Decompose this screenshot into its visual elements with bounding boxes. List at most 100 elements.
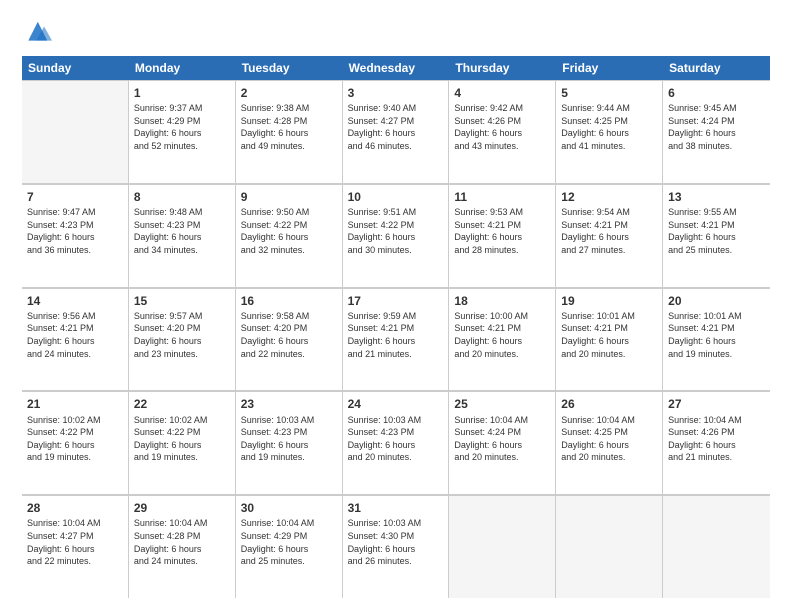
day-info: Sunrise: 10:01 AMSunset: 4:21 PMDaylight… (668, 310, 765, 360)
day-number: 30 (241, 500, 337, 516)
calendar-cell: 12Sunrise: 9:54 AMSunset: 4:21 PMDayligh… (556, 184, 663, 287)
day-number: 21 (27, 396, 123, 412)
calendar-cell: 4Sunrise: 9:42 AMSunset: 4:26 PMDaylight… (449, 80, 556, 183)
calendar-cell: 11Sunrise: 9:53 AMSunset: 4:21 PMDayligh… (449, 184, 556, 287)
calendar-cell (556, 495, 663, 598)
calendar-cell: 26 Sunrise: 10:04 AMSunset: 4:25 PMDaylig… (556, 391, 663, 494)
day-header-saturday: Saturday (663, 56, 770, 80)
day-number: 29 (134, 500, 230, 516)
calendar-cell: 18Sunrise: 10:00 AMSunset: 4:21 PMDaylig… (449, 288, 556, 391)
calendar-week-2: 7Sunrise: 9:47 AMSunset: 4:23 PMDaylight… (22, 184, 770, 288)
calendar-cell: 27 Sunrise: 10:04 AMSunset: 4:26 PMDaylig… (663, 391, 770, 494)
calendar-body: 1Sunrise: 9:37 AMSunset: 4:29 PMDaylight… (22, 80, 770, 598)
logo-icon (22, 18, 52, 46)
day-info: Sunrise: 9:44 AMSunset: 4:25 PMDaylight:… (561, 102, 657, 152)
day-number: 23 (241, 396, 337, 412)
day-info: Sunrise: 10:04 AMSunset: 4:27 PMDaylight… (27, 517, 123, 567)
calendar-cell (22, 80, 129, 183)
calendar-week-3: 14Sunrise: 9:56 AMSunset: 4:21 PMDayligh… (22, 288, 770, 392)
day-info: Sunrise: 9:59 AMSunset: 4:21 PMDaylight:… (348, 310, 444, 360)
calendar-cell: 7Sunrise: 9:47 AMSunset: 4:23 PMDaylight… (22, 184, 129, 287)
day-header-monday: Monday (129, 56, 236, 80)
day-info: Sunrise: 10:04 AMSunset: 4:24 PMDaylight… (454, 414, 550, 464)
day-info: Sunrise: 9:54 AMSunset: 4:21 PMDaylight:… (561, 206, 657, 256)
day-number: 15 (134, 293, 230, 309)
calendar-cell: 19Sunrise: 10:01 AMSunset: 4:21 PMDaylig… (556, 288, 663, 391)
day-header-tuesday: Tuesday (236, 56, 343, 80)
calendar-cell: 3Sunrise: 9:40 AMSunset: 4:27 PMDaylight… (343, 80, 450, 183)
day-number: 18 (454, 293, 550, 309)
day-info: Sunrise: 10:00 AMSunset: 4:21 PMDaylight… (454, 310, 550, 360)
calendar-cell: 10Sunrise: 9:51 AMSunset: 4:22 PMDayligh… (343, 184, 450, 287)
day-number: 22 (134, 396, 230, 412)
day-info: Sunrise: 9:40 AMSunset: 4:27 PMDaylight:… (348, 102, 444, 152)
day-info: Sunrise: 10:04 AMSunset: 4:29 PMDaylight… (241, 517, 337, 567)
day-info: Sunrise: 9:56 AMSunset: 4:21 PMDaylight:… (27, 310, 123, 360)
calendar-cell: 2Sunrise: 9:38 AMSunset: 4:28 PMDaylight… (236, 80, 343, 183)
day-number: 16 (241, 293, 337, 309)
day-info: Sunrise: 9:53 AMSunset: 4:21 PMDaylight:… (454, 206, 550, 256)
calendar-cell: 8Sunrise: 9:48 AMSunset: 4:23 PMDaylight… (129, 184, 236, 287)
day-number: 13 (668, 189, 765, 205)
day-number: 26 (561, 396, 657, 412)
day-info: Sunrise: 9:48 AMSunset: 4:23 PMDaylight:… (134, 206, 230, 256)
day-info: Sunrise: 10:03 AMSunset: 4:23 PMDaylight… (348, 414, 444, 464)
calendar-header: SundayMondayTuesdayWednesdayThursdayFrid… (22, 56, 770, 80)
day-info: Sunrise: 10:01 AMSunset: 4:21 PMDaylight… (561, 310, 657, 360)
calendar-week-5: 28Sunrise: 10:04 AMSunset: 4:27 PMDaylig… (22, 495, 770, 598)
day-number: 19 (561, 293, 657, 309)
day-number: 11 (454, 189, 550, 205)
day-info: Sunrise: 9:58 AMSunset: 4:20 PMDaylight:… (241, 310, 337, 360)
day-info: Sunrise: 10:03 AMSunset: 4:30 PMDaylight… (348, 517, 444, 567)
day-number: 24 (348, 396, 444, 412)
day-number: 25 (454, 396, 550, 412)
day-info: Sunrise: 9:47 AMSunset: 4:23 PMDaylight:… (27, 206, 123, 256)
calendar-cell: 25 Sunrise: 10:04 AMSunset: 4:24 PMDaylig… (449, 391, 556, 494)
day-header-sunday: Sunday (22, 56, 129, 80)
calendar: SundayMondayTuesdayWednesdayThursdayFrid… (22, 56, 770, 598)
day-info: Sunrise: 9:55 AMSunset: 4:21 PMDaylight:… (668, 206, 765, 256)
calendar-cell: 6Sunrise: 9:45 AMSunset: 4:24 PMDaylight… (663, 80, 770, 183)
calendar-week-1: 1Sunrise: 9:37 AMSunset: 4:29 PMDaylight… (22, 80, 770, 184)
day-info: Sunrise: 10:04 AMSunset: 4:26 PMDaylight… (668, 414, 765, 464)
calendar-cell: 31Sunrise: 10:03 AMSunset: 4:30 PMDaylig… (343, 495, 450, 598)
day-number: 14 (27, 293, 123, 309)
calendar-cell: 29Sunrise: 10:04 AMSunset: 4:28 PMDaylig… (129, 495, 236, 598)
calendar-cell (449, 495, 556, 598)
calendar-cell: 13Sunrise: 9:55 AMSunset: 4:21 PMDayligh… (663, 184, 770, 287)
day-header-wednesday: Wednesday (343, 56, 450, 80)
day-info: Sunrise: 9:51 AMSunset: 4:22 PMDaylight:… (348, 206, 444, 256)
day-number: 7 (27, 189, 123, 205)
calendar-cell: 22 Sunrise: 10:02 AMSunset: 4:22 PMDaylig… (129, 391, 236, 494)
calendar-cell: 15Sunrise: 9:57 AMSunset: 4:20 PMDayligh… (129, 288, 236, 391)
day-info: Sunrise: 10:04 AMSunset: 4:25 PMDaylight… (561, 414, 657, 464)
calendar-cell: 28Sunrise: 10:04 AMSunset: 4:27 PMDaylig… (22, 495, 129, 598)
day-info: Sunrise: 10:02 AMSunset: 4:22 PMDaylight… (134, 414, 230, 464)
day-number: 5 (561, 85, 657, 101)
day-info: Sunrise: 9:57 AMSunset: 4:20 PMDaylight:… (134, 310, 230, 360)
day-number: 31 (348, 500, 444, 516)
day-number: 20 (668, 293, 765, 309)
day-number: 6 (668, 85, 765, 101)
logo (22, 18, 56, 46)
day-number: 28 (27, 500, 123, 516)
day-number: 8 (134, 189, 230, 205)
day-number: 1 (134, 85, 230, 101)
day-info: Sunrise: 10:02 AMSunset: 4:22 PMDaylight… (27, 414, 123, 464)
day-number: 3 (348, 85, 444, 101)
calendar-cell: 17Sunrise: 9:59 AMSunset: 4:21 PMDayligh… (343, 288, 450, 391)
day-number: 10 (348, 189, 444, 205)
day-number: 27 (668, 396, 765, 412)
day-number: 4 (454, 85, 550, 101)
calendar-cell: 5Sunrise: 9:44 AMSunset: 4:25 PMDaylight… (556, 80, 663, 183)
day-number: 17 (348, 293, 444, 309)
day-number: 12 (561, 189, 657, 205)
day-number: 2 (241, 85, 337, 101)
day-info: Sunrise: 9:50 AMSunset: 4:22 PMDaylight:… (241, 206, 337, 256)
day-info: Sunrise: 9:45 AMSunset: 4:24 PMDaylight:… (668, 102, 765, 152)
calendar-cell: 30Sunrise: 10:04 AMSunset: 4:29 PMDaylig… (236, 495, 343, 598)
day-number: 9 (241, 189, 337, 205)
day-info: Sunrise: 10:04 AMSunset: 4:28 PMDaylight… (134, 517, 230, 567)
calendar-cell: 23Sunrise: 10:03 AMSunset: 4:23 PMDaylig… (236, 391, 343, 494)
calendar-cell: 9Sunrise: 9:50 AMSunset: 4:22 PMDaylight… (236, 184, 343, 287)
